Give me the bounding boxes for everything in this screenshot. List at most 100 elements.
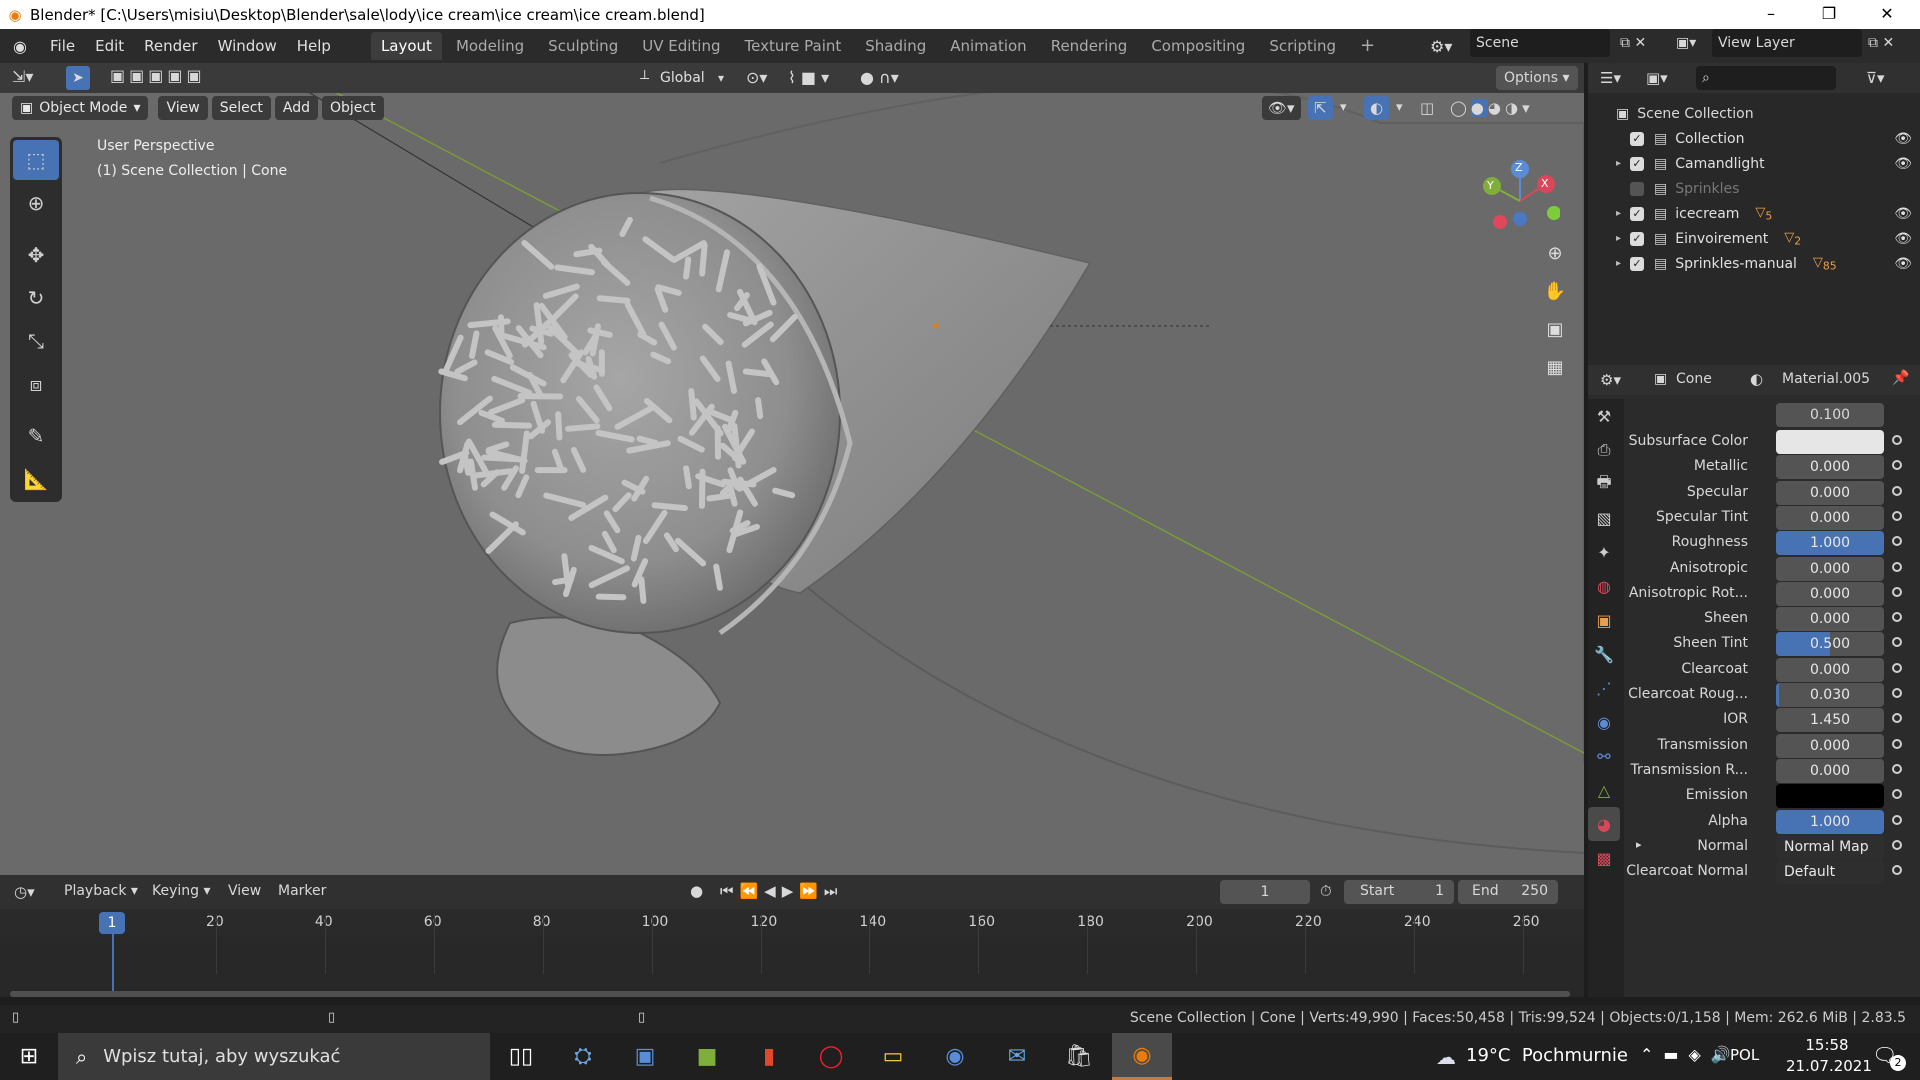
frame-ruler[interactable]: 1 20 40 60 80 100 120 140 160 180 200 220 240 260 [0,909,1584,937]
exclude-checkbox[interactable]: ✓ [1630,231,1644,246]
minimize-button[interactable]: – [1742,0,1800,29]
proportional-edit-icon[interactable]: ● ∩▾ [860,66,899,90]
outliner-item-collection[interactable]: ✓ ▤ Collection 👁 [1588,126,1920,151]
select-tool-icon[interactable]: ➤ [66,66,90,90]
visibility-eye-icon[interactable]: 👁 [1894,156,1912,172]
store-icon[interactable]: 🛍 [1052,1033,1106,1080]
visibility-eye-icon[interactable]: 👁 [1894,131,1912,147]
value-slider[interactable]: 0.000 [1776,455,1884,480]
exclude-checkbox[interactable]: ✓ [1630,131,1644,146]
steam-icon[interactable]: ⛭ [556,1033,610,1080]
socket-dot-icon[interactable] [1892,561,1902,572]
socket-dot-icon[interactable] [1892,865,1902,876]
expand-arrow-icon[interactable]: ▸ [1616,208,1630,219]
outliner-item-sprinkles-manual[interactable]: ▸ ✓ ▤ Sprinkles-manual ▽85 👁 [1588,251,1920,276]
task-view-icon[interactable]: ▯▯ [494,1033,548,1080]
value-slider[interactable]: 0.000 [1776,556,1884,581]
link-field[interactable]: Default [1776,860,1884,885]
3d-viewport[interactable]: User Perspective (1) Scene Collection | … [0,63,1584,875]
save-disk-icon[interactable]: ▣ [618,1033,672,1080]
tab-scripting[interactable]: Scripting [1259,32,1346,60]
annotate-icon[interactable]: ✎ [13,416,59,456]
playhead-line[interactable] [112,931,114,995]
visibility-eye-icon[interactable]: 👁 [1894,231,1912,247]
copy-scene-icon[interactable]: ⧉ ✕ [1620,29,1646,57]
menu-add[interactable]: Add [274,96,319,120]
value-slider[interactable]: 0.000 [1776,480,1884,505]
socket-dot-icon[interactable] [1892,839,1902,850]
socket-dot-icon[interactable] [1892,586,1902,597]
record-icon[interactable]: ● [690,882,703,900]
socket-dot-icon[interactable] [1892,612,1902,623]
minecraft-icon[interactable]: ■ [680,1033,734,1080]
visibility-eye-icon[interactable]: 👁 [1894,256,1912,272]
stopwatch-icon[interactable]: ⏱ [1320,882,1332,900]
scene-field[interactable]: Scene [1470,29,1610,57]
playback-controls-icon[interactable]: ⏮⏪◀▶⏩⏭ [720,882,843,900]
value-slider[interactable]: 0.000 [1776,657,1884,682]
add-workspace-button[interactable]: + [1350,32,1385,60]
menu-help[interactable]: Help [287,32,341,60]
pivot-icon[interactable]: ⊙▾ [746,66,767,90]
tab-texture-paint[interactable]: Texture Paint [734,32,851,60]
socket-dot-icon[interactable] [1892,688,1902,698]
socket-dot-icon[interactable] [1892,763,1902,774]
timeline-scrollbar[interactable] [10,991,1570,997]
value-slider[interactable]: 0.000 [1776,607,1884,632]
navigation-gizmo[interactable]: Z X Y [1470,153,1561,243]
zoom-icon[interactable]: ⊕ [1538,243,1572,281]
expand-arrow-icon[interactable]: ▸ [1616,233,1630,244]
mail-icon[interactable]: ✉ [990,1033,1044,1080]
value-slider[interactable]: 0.000 [1776,758,1884,783]
tab-layout[interactable]: Layout [370,32,442,60]
keying-menu[interactable]: Keying ▾ [152,883,211,899]
expand-arrow-icon[interactable]: ▸ [1636,838,1642,851]
opera-icon[interactable]: ◯ [804,1033,858,1080]
view-layer-field[interactable]: View Layer [1712,29,1862,57]
color-swatch[interactable] [1776,430,1884,454]
windows-start-icon[interactable]: ⊞ [0,1033,58,1080]
select-box-icon[interactable]: ⬚ [13,140,59,180]
blender-taskbar-icon[interactable]: ◉ [1112,1033,1172,1080]
top-value-field[interactable]: 0.100 [1776,403,1884,427]
menu-window[interactable]: Window [208,32,287,60]
visibility-dropdown-icon[interactable]: 👁▾ [1262,96,1301,120]
language-indicator[interactable]: POL [1730,1046,1759,1064]
value-slider[interactable]: 0.500 [1776,632,1884,657]
playback-menu[interactable]: Playback ▾ [64,883,138,899]
close-button[interactable]: ✕ [1858,0,1916,29]
tab-modeling[interactable]: Modeling [446,32,534,60]
tool-tab-icon[interactable]: ⚒ [1588,399,1620,433]
socket-dot-icon[interactable] [1892,485,1902,496]
menu-select[interactable]: Select [211,96,271,120]
link-field[interactable]: Normal Map [1776,834,1884,859]
outliner-item-icecream[interactable]: ▸ ✓ ▤ icecream ▽5 👁 [1588,201,1920,226]
outliner-item-einvoirement[interactable]: ▸ ✓ ▤ Einvoirement ▽2 👁 [1588,226,1920,251]
scale-icon[interactable]: ⤡ [13,321,59,361]
start-frame-field[interactable]: Start 1 [1344,880,1454,904]
cursor-icon[interactable]: ⊕ [13,183,59,223]
view-layer-actions-icon[interactable]: ⧉ ✕ [1868,29,1894,57]
tab-rendering[interactable]: Rendering [1041,32,1138,60]
socket-dot-icon[interactable] [1892,713,1902,724]
exclude-checkbox[interactable] [1630,181,1644,196]
color-swatch[interactable] [1776,784,1884,809]
chevron-down-icon[interactable]: ▾ [1396,96,1403,120]
socket-dot-icon[interactable] [1892,536,1902,547]
menu-object[interactable]: Object [322,96,384,120]
end-frame-field[interactable]: End 250 [1458,880,1558,904]
mode-select[interactable]: ▣ Object Mode ▾ [12,96,149,120]
options-dropdown[interactable]: Options ▾ [1496,66,1578,90]
selection-modes-icon[interactable]: ▣▣▣▣▣ [110,66,206,85]
exclude-checkbox[interactable]: ✓ [1630,206,1644,221]
outliner-item-camandlight[interactable]: ▸ ✓ ▤ Camandlight 👁 [1588,151,1920,176]
move-icon[interactable]: ✥ [13,235,59,275]
shading-modes-icon[interactable]: ◯●◕◑▾ [1450,96,1534,120]
skype-icon[interactable]: ◉ [928,1033,982,1080]
editor-type-icon[interactable]: ⇲▾ [12,67,33,86]
exclude-checkbox[interactable]: ✓ [1630,256,1644,271]
clock-time[interactable]: 15:58 [1792,1036,1862,1054]
socket-dot-icon[interactable] [1892,460,1902,471]
outliner-search-input[interactable]: ⌕ [1696,66,1836,90]
socket-dot-icon[interactable] [1892,510,1902,521]
